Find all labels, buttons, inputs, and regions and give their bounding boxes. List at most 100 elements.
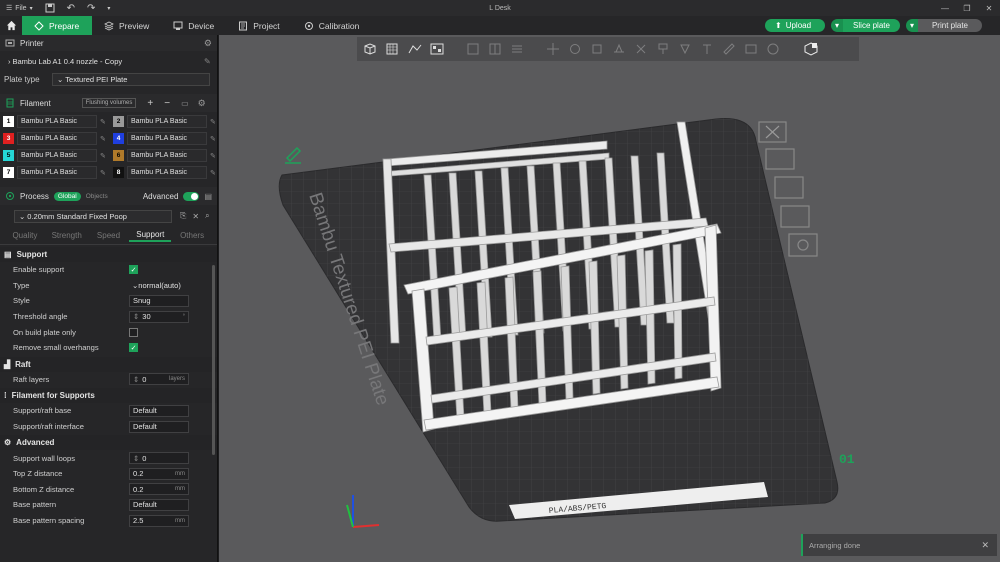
orient-plate-icon[interactable]	[774, 176, 804, 199]
redo-button[interactable]: ↷	[81, 0, 101, 16]
filament-slot[interactable]: 7 Bambu PLA Basic ✎	[3, 166, 109, 179]
edit-icon[interactable]: ✎	[204, 57, 211, 66]
3d-viewport[interactable]: PLA/ABS/PETG Bambu Textured PEI Plate 01	[219, 35, 1000, 562]
save-button[interactable]	[39, 0, 61, 16]
wall-loops-stepper[interactable]: ⇕ 0	[129, 452, 189, 465]
compare-icon[interactable]: ▤	[204, 192, 212, 201]
edit-icon[interactable]: ✎	[210, 152, 219, 160]
filament-slot[interactable]: 5 Bambu PLA Basic ✎	[3, 149, 109, 162]
filament-name[interactable]: Bambu PLA Basic	[127, 166, 207, 179]
minimize-button[interactable]: —	[934, 0, 956, 16]
tab-speed[interactable]: Speed	[88, 231, 130, 240]
edit-icon[interactable]: ✎	[210, 118, 219, 126]
filament-color-swatch[interactable]: 7	[3, 167, 14, 178]
tab-calibration[interactable]: Calibration	[292, 16, 372, 35]
chevron-down-icon[interactable]: ▾	[905, 19, 918, 32]
global-toggle[interactable]: Global	[53, 191, 81, 201]
chevron-down-icon[interactable]: ▾	[831, 19, 844, 32]
base-pattern-select[interactable]: Default	[129, 498, 189, 511]
tab-preview[interactable]: Preview	[92, 16, 161, 35]
tab-project[interactable]: Project	[226, 16, 291, 35]
tab-prepare[interactable]: Prepare	[22, 16, 92, 35]
sidebar-scrollbar[interactable]	[212, 265, 215, 455]
group-title: Filament for Supports	[11, 391, 95, 401]
search-icon[interactable]: ⌕	[205, 211, 209, 221]
option-value: 0	[142, 453, 147, 463]
advanced-switch[interactable]	[183, 191, 200, 201]
filament-name[interactable]: Bambu PLA Basic	[127, 132, 207, 145]
tab-quality[interactable]: Quality	[4, 231, 46, 240]
filament-name[interactable]: Bambu PLA Basic	[17, 132, 97, 145]
support-group-header: ▤ Support	[0, 247, 217, 262]
filament-color-swatch[interactable]: 3	[3, 133, 14, 144]
close-button[interactable]: ✕	[978, 0, 1000, 16]
more-menu[interactable]: ▾	[101, 0, 116, 16]
file-menu[interactable]: ☰ File ▾	[0, 0, 39, 16]
filament-name[interactable]: Bambu PLA Basic	[127, 149, 207, 162]
printer-select[interactable]: › Bambu Lab A1 0.4 nozzle - Copy	[4, 54, 200, 68]
filament-color-swatch[interactable]: 1	[3, 116, 14, 127]
flushing-volumes-button[interactable]: Flushing volumes	[81, 98, 137, 108]
add-filament-button[interactable]: +	[147, 98, 153, 109]
filament-slot[interactable]: 1 Bambu PLA Basic ✎	[3, 115, 109, 128]
tab-support[interactable]: Support	[129, 228, 172, 242]
print-plate-button[interactable]: ▾ Print plate	[905, 19, 982, 32]
edit-icon[interactable]: ✎	[210, 135, 219, 143]
objects-toggle[interactable]: Objects	[86, 193, 108, 200]
app-window: ☰ File ▾ ↶ ↷ ▾ L Desk — ❐ ✕ Prepare Prev…	[0, 0, 1000, 562]
slice-plate-button[interactable]: ▾ Slice plate	[831, 19, 900, 32]
edit-icon[interactable]: ✎	[210, 169, 219, 177]
base-spacing-input[interactable]: 2.5 mm	[129, 514, 189, 527]
tab-others[interactable]: Others	[171, 231, 213, 240]
filament-color-swatch[interactable]: 5	[3, 150, 14, 161]
raft-interface-select[interactable]: Default	[129, 420, 189, 433]
filament-slot[interactable]: 6 Bambu PLA Basic ✎	[113, 149, 219, 162]
edit-icon[interactable]: ✎	[100, 135, 109, 143]
filament-name[interactable]: Bambu PLA Basic	[17, 149, 97, 162]
filament-slot[interactable]: 3 Bambu PLA Basic ✎	[3, 132, 109, 145]
remove-filament-button[interactable]: −	[164, 98, 170, 109]
edit-icon[interactable]: ✎	[100, 152, 109, 160]
bottom-z-input[interactable]: 0.2 mm	[129, 483, 189, 496]
filament-color-swatch[interactable]: 2	[113, 116, 124, 127]
save-preset-icon[interactable]: ⎘	[180, 211, 186, 221]
top-z-input[interactable]: 0.2 mm	[129, 467, 189, 480]
filament-name[interactable]: Bambu PLA Basic	[17, 115, 97, 128]
tab-device[interactable]: Device	[161, 16, 226, 35]
close-icon[interactable]: ✕	[192, 212, 199, 221]
filament-slot[interactable]: 2 Bambu PLA Basic ✎	[113, 115, 219, 128]
filament-color-swatch[interactable]: 8	[113, 167, 124, 178]
raft-base-select[interactable]: Default	[129, 404, 189, 417]
filament-color-swatch[interactable]: 4	[113, 133, 124, 144]
lock-plate-icon[interactable]	[780, 205, 810, 228]
support-style-select[interactable]: Snug	[129, 294, 189, 307]
device-icon	[173, 21, 183, 30]
filament-slot[interactable]: 4 Bambu PLA Basic ✎	[113, 132, 219, 145]
support-type-select[interactable]: ⌄ normal(auto)	[129, 279, 189, 291]
arrange-plate-icon[interactable]	[765, 148, 795, 170]
remove-small-overhangs-checkbox[interactable]: ✓	[129, 343, 138, 353]
enable-support-checkbox[interactable]: ✓	[129, 265, 138, 275]
process-preset-select[interactable]: ⌄ 0.20mm Standard Fixed Poop	[14, 209, 172, 223]
upload-button[interactable]: ⬆ Upload	[764, 19, 826, 32]
filament-slot[interactable]: 8 Bambu PLA Basic ✎	[113, 166, 219, 179]
plate-settings-icon[interactable]	[788, 233, 818, 257]
tab-strength[interactable]: Strength	[46, 231, 88, 240]
restore-button[interactable]: ❐	[956, 0, 978, 16]
gear-icon[interactable]: ⚙	[198, 98, 206, 109]
build-plate-only-checkbox[interactable]	[129, 327, 138, 337]
threshold-angle-stepper[interactable]: ⇕ 30 °	[129, 310, 189, 323]
raft-layers-stepper[interactable]: ⇕ 0 layers	[129, 373, 189, 386]
edit-plate-icon[interactable]	[285, 146, 302, 164]
edit-icon[interactable]: ✎	[100, 169, 109, 177]
plate-type-select[interactable]: ⌄ Textured PEI Plate	[52, 72, 210, 86]
close-icon[interactable]: ✕	[981, 540, 989, 551]
undo-button[interactable]: ↶	[61, 0, 81, 16]
edit-icon[interactable]: ✎	[100, 118, 109, 126]
filament-color-swatch[interactable]: 6	[113, 150, 124, 161]
filament-name[interactable]: Bambu PLA Basic	[17, 166, 97, 179]
sync-icon[interactable]: ▭	[181, 99, 189, 108]
filament-name[interactable]: Bambu PLA Basic	[127, 115, 207, 128]
home-button[interactable]	[0, 16, 22, 35]
gear-icon[interactable]: ⚙	[204, 38, 212, 49]
